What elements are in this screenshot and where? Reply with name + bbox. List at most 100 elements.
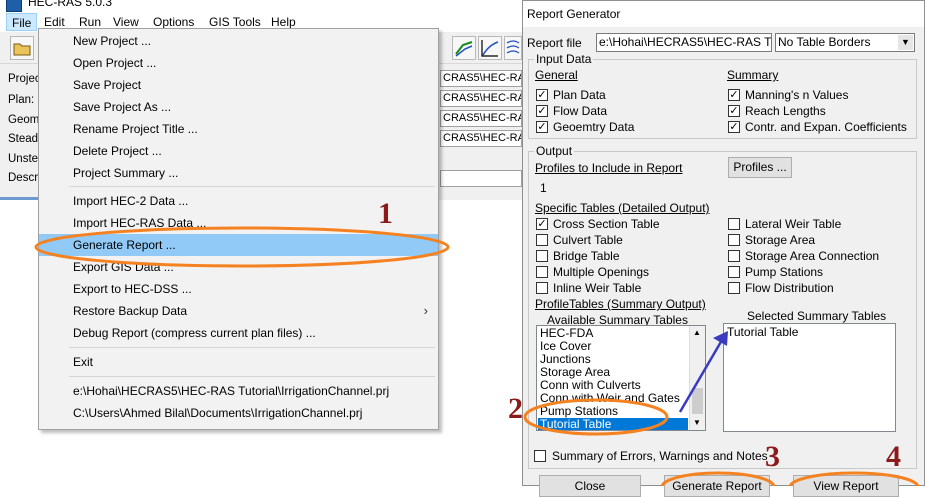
cross-section-table-label: Cross Section Table [553, 217, 660, 231]
menu-separator [69, 186, 435, 187]
storage-area-label: Storage Area [745, 233, 816, 247]
main-window-title: HEC-RAS 5.0.3 [28, 0, 113, 9]
menu-exit[interactable]: Exit [39, 351, 438, 373]
description-field[interactable] [440, 170, 522, 187]
inline-weir-table-checkbox[interactable] [536, 282, 548, 294]
rating-curve-icon [481, 40, 499, 57]
main-titlebar: HEC-RAS 5.0.3 [0, 0, 522, 12]
submenu-arrow-icon: › [423, 303, 428, 318]
plan-data-label: Plan Data [553, 88, 606, 102]
profile-plot-icon [455, 41, 473, 57]
menu-file[interactable]: File [6, 13, 38, 31]
menu-restore-backup-label: Restore Backup Data [73, 304, 188, 318]
xyz-plot-icon [506, 40, 520, 54]
menu-debug-report[interactable]: Debug Report (compress current plan file… [39, 322, 438, 344]
menu-restore-backup-data[interactable]: Restore Backup Data › [39, 300, 438, 322]
list-item-selected[interactable]: Tutorial Table [538, 418, 688, 430]
step-number-4: 4 [886, 440, 901, 473]
contr-expan-checkbox[interactable]: ✓ [728, 121, 740, 133]
step-number-1: 1 [378, 197, 393, 230]
unsteady-flow-label: Unste [8, 153, 39, 165]
profiles-value: 1 [540, 181, 547, 195]
step-number-2: 2 [508, 392, 523, 425]
geometry-label: Geom [8, 114, 40, 126]
menu-export-gis-data[interactable]: Export GIS Data ... [39, 256, 438, 278]
pump-stations-label: Pump Stations [745, 265, 824, 279]
menu-save-project[interactable]: Save Project [39, 74, 438, 96]
output-legend: Output [534, 144, 575, 158]
profiles-heading: Profiles to Include in Report [535, 161, 683, 175]
input-data-legend: Input Data [534, 52, 594, 66]
table-borders-value: No Table Borders [778, 35, 871, 49]
bridge-table-checkbox[interactable] [536, 250, 548, 262]
storage-area-connection-checkbox[interactable] [728, 250, 740, 262]
selected-tables-heading: Selected Summary Tables [747, 309, 887, 323]
scroll-down-icon[interactable]: ▼ [693, 418, 701, 427]
available-summary-tables-list[interactable]: HEC-FDA Ice Cover Junctions Storage Area… [536, 325, 706, 431]
scrollbar-thumb[interactable] [692, 388, 703, 414]
menu-project-summary[interactable]: Project Summary ... [39, 162, 438, 184]
project-path-field[interactable]: CRAS5\HEC-RAS [440, 70, 522, 87]
menu-generate-report[interactable]: Generate Report ... [39, 234, 438, 256]
menu-delete-project[interactable]: Delete Project ... [39, 140, 438, 162]
plan-path-field[interactable]: CRAS5\HEC-RAS [440, 90, 522, 107]
menu-recent-file-1[interactable]: e:\Hohai\HECRAS5\HEC-RAS Tutorial\Irriga… [39, 380, 438, 402]
summary-errors-label: Summary of Errors, Warnings and Notes [552, 449, 768, 463]
storage-area-checkbox[interactable] [728, 234, 740, 246]
culvert-table-label: Culvert Table [553, 233, 623, 247]
summary-errors-checkbox[interactable] [534, 450, 546, 462]
inline-weir-table-label: Inline Weir Table [553, 281, 642, 295]
hec-ras-app-icon [6, 0, 22, 12]
reach-lengths-label: Reach Lengths [745, 104, 826, 118]
general-heading: General [535, 68, 578, 82]
selected-summary-tables-list[interactable]: Tutorial Table [723, 323, 896, 432]
step-number-3: 3 [765, 440, 780, 473]
contr-expan-label: Contr. and Expan. Coefficients [745, 120, 907, 134]
profile-plot-button[interactable] [452, 36, 476, 60]
report-generator-title: Report Generator [527, 7, 621, 21]
plan-data-checkbox[interactable]: ✓ [536, 89, 548, 101]
menu-separator [69, 376, 435, 377]
geometry-data-checkbox[interactable]: ✓ [536, 121, 548, 133]
geometry-path-field[interactable]: CRAS5\HEC-RAS [440, 110, 522, 127]
cross-section-table-checkbox[interactable]: ✓ [536, 218, 548, 230]
profiles-button[interactable]: Profiles ... [728, 157, 792, 178]
multiple-openings-checkbox[interactable] [536, 266, 548, 278]
menu-rename-project-title[interactable]: Rename Project Title ... [39, 118, 438, 140]
menu-separator [69, 347, 435, 348]
available-list-scrollbar[interactable]: ▲ ▼ [689, 326, 705, 430]
main-window-bottom-edge [0, 197, 40, 200]
scroll-up-icon[interactable]: ▲ [693, 328, 701, 337]
table-borders-select[interactable]: No Table Borders ▼ [775, 33, 915, 52]
menu-recent-file-2[interactable]: C:\Users\Ahmed Bilal\Documents\Irrigatio… [39, 402, 438, 424]
flow-distribution-checkbox[interactable] [728, 282, 740, 294]
report-generator-titlebar: Report Generator [523, 1, 924, 27]
close-button[interactable]: Close [539, 475, 641, 497]
flow-data-checkbox[interactable]: ✓ [536, 105, 548, 117]
menu-new-project[interactable]: New Project ... [39, 30, 438, 52]
menu-export-hec-dss[interactable]: Export to HEC-DSS ... [39, 278, 438, 300]
list-item[interactable]: Tutorial Table [725, 326, 798, 339]
menu-save-project-as[interactable]: Save Project As ... [39, 96, 438, 118]
storage-area-connection-label: Storage Area Connection [745, 249, 880, 263]
culvert-table-checkbox[interactable] [536, 234, 548, 246]
reach-lengths-checkbox[interactable]: ✓ [728, 105, 740, 117]
report-file-input[interactable]: e:\Hohai\HECRAS5\HEC-RAS Tutorial\ [596, 33, 772, 52]
pump-stations-checkbox[interactable] [728, 266, 740, 278]
xyz-plot-button[interactable] [504, 36, 522, 60]
steady-flow-path-field[interactable]: CRAS5\HEC-RAS [440, 130, 522, 147]
steady-flow-label: Stead [8, 133, 39, 145]
mannings-n-checkbox[interactable]: ✓ [728, 89, 740, 101]
plan-label: Plan: [8, 94, 35, 106]
lateral-weir-table-label: Lateral Weir Table [745, 217, 842, 231]
view-report-button[interactable]: View Report [793, 475, 899, 497]
bridge-table-label: Bridge Table [553, 249, 620, 263]
open-folder-icon [13, 43, 31, 56]
summary-heading: Summary [727, 68, 779, 82]
open-folder-button[interactable] [10, 36, 34, 60]
lateral-weir-table-checkbox[interactable] [728, 218, 740, 230]
generate-report-button[interactable]: Generate Report [664, 475, 770, 497]
geometry-data-label: Geoemtry Data [553, 120, 635, 134]
menu-open-project[interactable]: Open Project ... [39, 52, 438, 74]
rating-curve-button[interactable] [478, 36, 502, 60]
